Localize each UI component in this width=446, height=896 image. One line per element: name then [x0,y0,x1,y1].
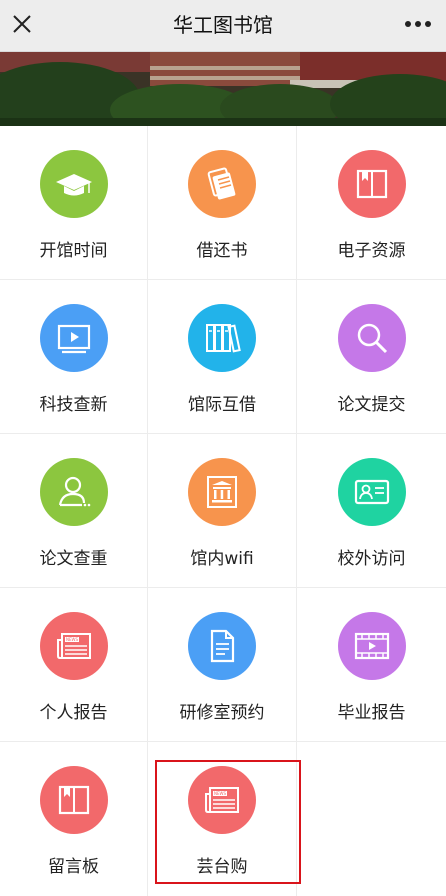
grid-item-label: 开馆时间 [39,241,108,261]
grid-item-label: 馆际互借 [188,395,256,415]
grid-item-label: 个人报告 [39,703,108,723]
newspaper-icon: NEWS [188,766,256,834]
grid-item-thesis-submission[interactable]: 论文提交 [297,280,446,434]
newspaper-icon: NEWS [39,612,108,680]
svg-text:NEWS: NEWS [65,637,77,642]
grid-item-personal-report[interactable]: NEWS 个人报告 [0,588,148,742]
grid-item-e-resources[interactable]: 电子资源 [297,126,446,280]
grid-item-plagiarism-check[interactable]: 论文查重 [0,434,148,588]
open-book-icon [39,766,108,834]
more-options-icon[interactable] [404,19,432,29]
grid-item-library-wifi[interactable]: 馆内wifi [148,434,297,588]
grid-item-off-campus-access[interactable]: 校外访问 [297,434,446,588]
grid-item-label: 电子资源 [337,241,406,261]
page-title: 华工图书馆 [173,13,273,37]
grid-item-label: 芸台购 [196,857,248,877]
grid-item-label: 借还书 [196,241,248,261]
campus-banner-image [0,52,446,126]
grid-item-message-board[interactable]: 留言板 [0,742,148,896]
book-stack-icon [188,150,256,218]
grid-item-label: 留言板 [48,857,99,877]
document-icon [188,612,256,680]
grid-item-label: 科技查新 [39,395,108,415]
grid-item-label: 毕业报告 [337,703,406,723]
service-grid: 开馆时间 借还书 电子资源 科技查新 馆际互借 论文提交 论文查重 馆内wifi… [0,126,446,896]
svg-text:NEWS: NEWS [214,791,226,796]
grid-item-yuntai-shop[interactable]: NEWS 芸台购 [148,742,297,896]
user-profile-icon [39,458,108,526]
grid-empty-cell [297,742,446,896]
grid-item-label: 论文提交 [337,395,406,415]
grid-item-borrow-return[interactable]: 借还书 [148,126,297,280]
grid-item-label: 研修室预约 [179,703,265,723]
top-bar: 华工图书馆 [0,0,446,52]
grid-item-study-room-booking[interactable]: 研修室预约 [148,588,297,742]
open-book-icon [337,150,406,218]
grid-item-label: 论文查重 [39,549,108,569]
grid-item-novelty-search[interactable]: 科技查新 [0,280,148,434]
id-card-icon [337,458,406,526]
grid-item-label: 馆内wifi [190,549,254,569]
grid-item-opening-hours[interactable]: 开馆时间 [0,126,148,280]
grid-item-graduation-report[interactable]: 毕业报告 [297,588,446,742]
grid-item-interlibrary-loan[interactable]: 馆际互借 [148,280,297,434]
library-building-icon [188,458,256,526]
graduation-cap-icon [39,150,108,218]
video-film-icon [337,612,406,680]
bookshelf-icon [188,304,256,372]
play-screen-icon [39,304,108,372]
magnifier-icon [337,304,406,372]
grid-item-label: 校外访问 [337,549,406,569]
